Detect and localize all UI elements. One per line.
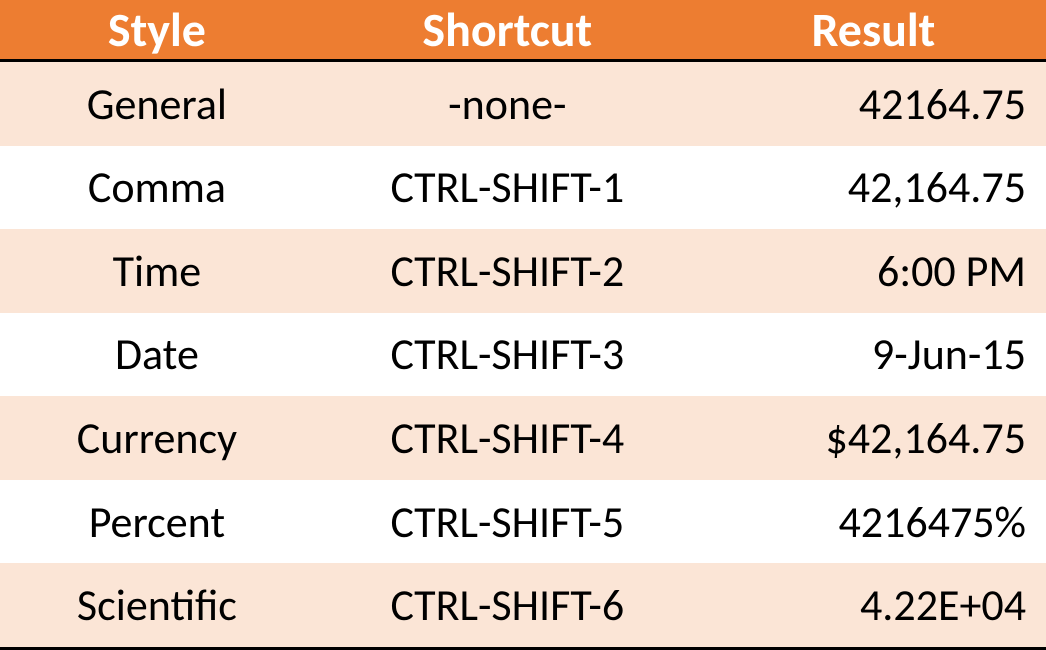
cell-style: Time <box>0 229 314 313</box>
cell-result: 4.22E+04 <box>701 563 1046 648</box>
header-row: Style Shortcut Result <box>0 0 1046 61</box>
cell-shortcut: -none- <box>314 61 701 146</box>
cell-result: 9-Jun-15 <box>701 313 1046 397</box>
table-row: Scientific CTRL-SHIFT-6 4.22E+04 <box>0 563 1046 648</box>
table-row: Comma CTRL-SHIFT-1 42,164.75 <box>0 146 1046 230</box>
cell-style: Scientific <box>0 563 314 648</box>
table-row: Time CTRL-SHIFT-2 6:00 PM <box>0 229 1046 313</box>
format-shortcuts-table-wrap: Style Shortcut Result General -none- 421… <box>0 0 1046 650</box>
cell-result: $42,164.75 <box>701 396 1046 480</box>
cell-result: 42,164.75 <box>701 146 1046 230</box>
cell-style: General <box>0 61 314 146</box>
header-shortcut: Shortcut <box>314 0 701 61</box>
table-row: General -none- 42164.75 <box>0 61 1046 146</box>
cell-result: 6:00 PM <box>701 229 1046 313</box>
cell-style: Currency <box>0 396 314 480</box>
header-style: Style <box>0 0 314 61</box>
cell-shortcut: CTRL-SHIFT-4 <box>314 396 701 480</box>
cell-style: Percent <box>0 480 314 564</box>
cell-shortcut: CTRL-SHIFT-6 <box>314 563 701 648</box>
table-row: Date CTRL-SHIFT-3 9-Jun-15 <box>0 313 1046 397</box>
format-shortcuts-table: Style Shortcut Result General -none- 421… <box>0 0 1046 650</box>
table-row: Currency CTRL-SHIFT-4 $42,164.75 <box>0 396 1046 480</box>
cell-style: Date <box>0 313 314 397</box>
cell-shortcut: CTRL-SHIFT-5 <box>314 480 701 564</box>
cell-result: 42164.75 <box>701 61 1046 146</box>
cell-shortcut: CTRL-SHIFT-3 <box>314 313 701 397</box>
header-result: Result <box>701 0 1046 61</box>
cell-shortcut: CTRL-SHIFT-2 <box>314 229 701 313</box>
cell-shortcut: CTRL-SHIFT-1 <box>314 146 701 230</box>
cell-result: 4216475% <box>701 480 1046 564</box>
table-row: Percent CTRL-SHIFT-5 4216475% <box>0 480 1046 564</box>
cell-style: Comma <box>0 146 314 230</box>
